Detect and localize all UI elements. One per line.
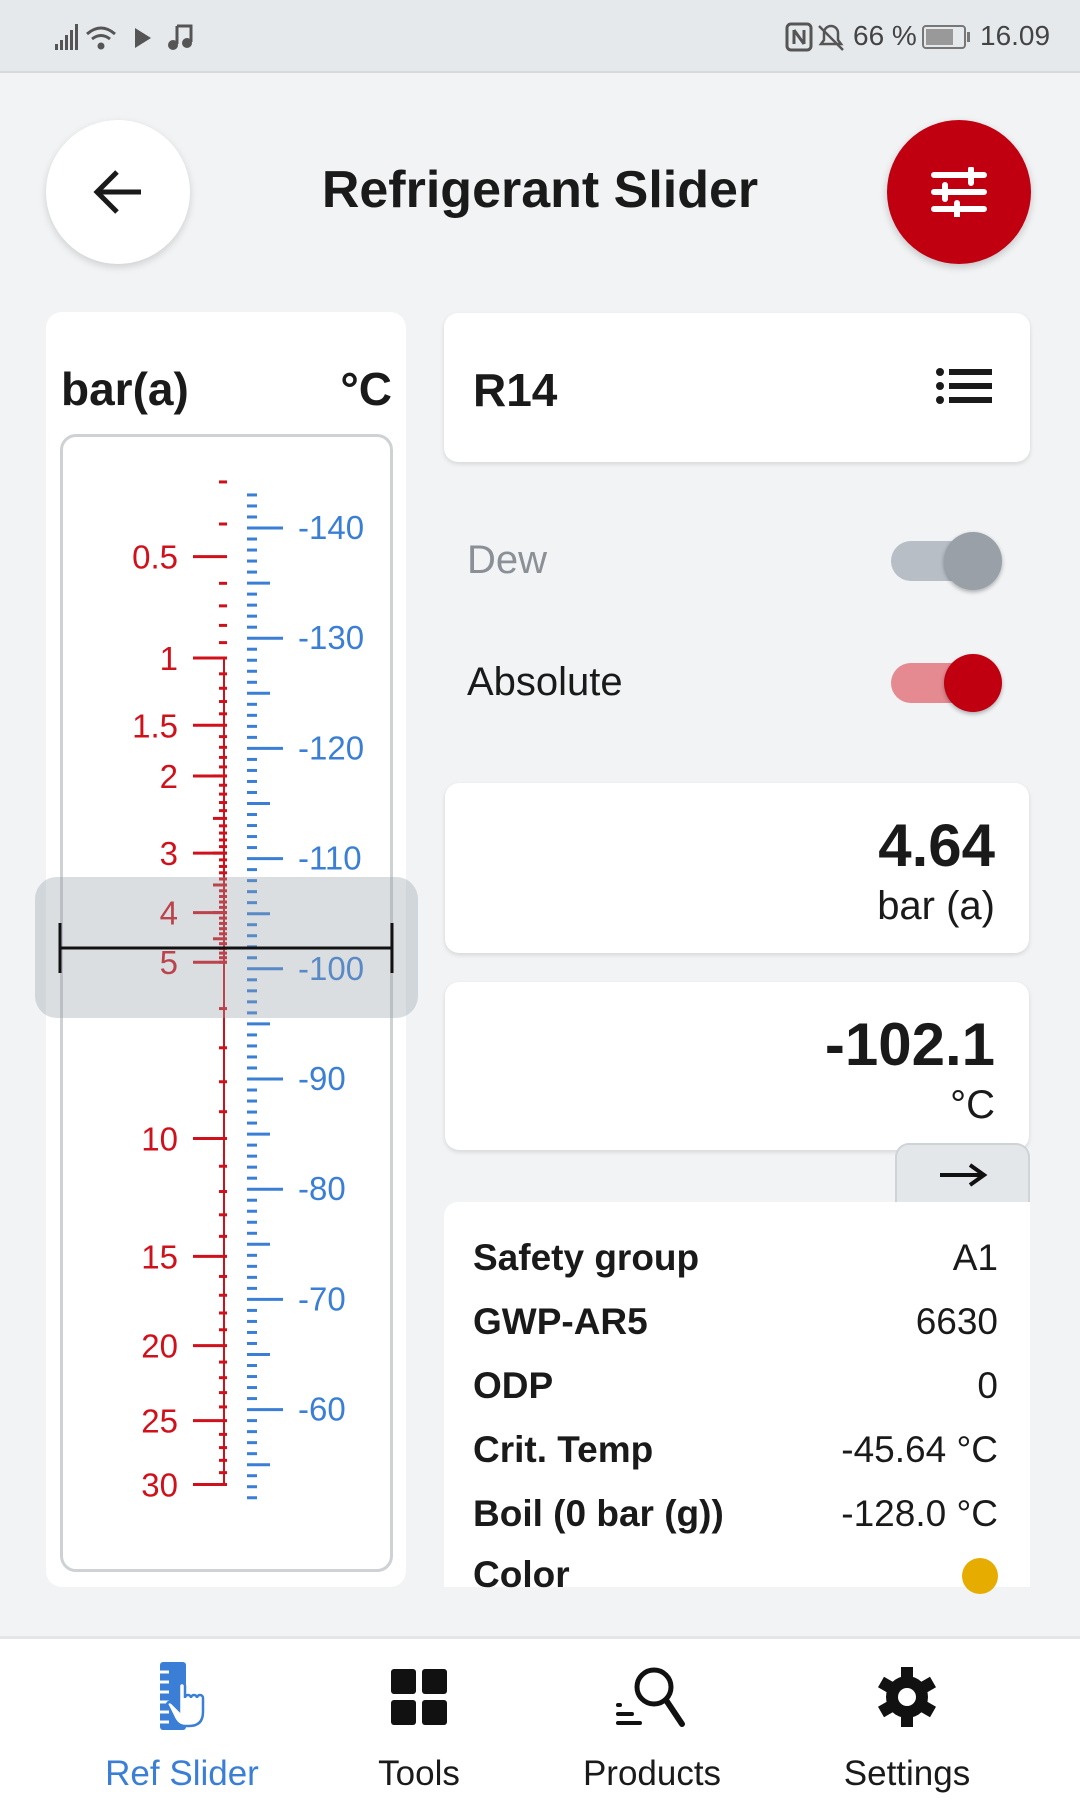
pressure-unit: bar (a) xyxy=(877,884,995,928)
arrow-left-icon xyxy=(93,170,141,214)
pressure-label: 15 xyxy=(141,1238,178,1275)
temperature-label: -70 xyxy=(298,1280,346,1317)
info-row: Color xyxy=(473,1546,998,1598)
pressure-label: 2 xyxy=(160,758,178,795)
pressure-label: 0.5 xyxy=(132,539,178,576)
nav-products[interactable]: Products xyxy=(542,1660,762,1794)
back-button[interactable] xyxy=(46,120,190,264)
pressure-field[interactable]: 4.64 bar (a) xyxy=(445,783,1029,953)
battery-icon xyxy=(922,25,970,49)
temperature-label: -60 xyxy=(298,1391,346,1428)
info-key: Safety group xyxy=(473,1237,700,1278)
nav-ref-slider[interactable]: Ref Slider xyxy=(72,1660,292,1794)
info-row: Crit. Temp -45.64 °C xyxy=(473,1418,998,1482)
info-value: 6630 xyxy=(915,1301,998,1342)
pressure-label: 20 xyxy=(141,1328,178,1365)
refrigerant-name: R14 xyxy=(473,364,558,416)
temperature-unit: °C xyxy=(950,1083,995,1127)
temperature-value: -102.1 xyxy=(824,1011,995,1078)
temperature-label: -120 xyxy=(298,729,364,766)
color-swatch xyxy=(962,1558,998,1594)
dew-toggle[interactable] xyxy=(891,532,1006,601)
pressure-label: 30 xyxy=(141,1467,178,1504)
filter-button[interactable] xyxy=(887,120,1031,264)
temperature-label: -140 xyxy=(298,509,364,546)
temperature-unit-label: °C xyxy=(340,363,392,415)
info-key: Boil (0 bar (g)) xyxy=(473,1493,724,1534)
temperature-label: -110 xyxy=(298,840,362,877)
temperature-field[interactable]: -102.1 °C xyxy=(445,982,1029,1150)
info-value: 0 xyxy=(977,1365,998,1406)
info-value: A1 xyxy=(952,1237,998,1278)
swap-button[interactable] xyxy=(895,1143,1030,1205)
info-key: Color xyxy=(473,1554,570,1595)
arrow-right-icon xyxy=(939,1163,987,1187)
sliders-icon xyxy=(931,167,987,217)
pressure-label: 1 xyxy=(160,640,178,677)
pressure-value: 4.64 xyxy=(878,812,995,879)
info-key: ODP xyxy=(473,1365,554,1406)
info-value: -45.64 °C xyxy=(841,1429,998,1470)
slider-indicator-line xyxy=(58,923,394,973)
pressure-unit-label: bar(a) xyxy=(61,363,189,415)
temperature-label: -130 xyxy=(298,619,364,656)
nav-label: Ref Slider xyxy=(105,1754,259,1793)
dew-label: Dew xyxy=(467,538,548,582)
temperature-label: -90 xyxy=(298,1060,346,1097)
ruler-hand-icon xyxy=(160,1662,205,1730)
status-bar: 66 % 16.09 xyxy=(0,0,1080,73)
pressure-label: 1.5 xyxy=(132,707,178,744)
info-row: GWP-AR5 6630 xyxy=(473,1290,998,1354)
gear-icon xyxy=(878,1667,936,1727)
absolute-label: Absolute xyxy=(467,660,623,704)
nav-label: Products xyxy=(582,1754,722,1793)
clock: 16.09 xyxy=(980,20,1051,51)
slider-handle[interactable] xyxy=(35,877,418,1018)
nav-label: Settings xyxy=(843,1754,971,1793)
search-list-icon xyxy=(616,1667,685,1727)
grid-icon xyxy=(391,1669,447,1725)
nav-settings[interactable]: Settings xyxy=(797,1660,1017,1794)
nfc-bell-icons xyxy=(785,22,844,52)
pressure-label: 10 xyxy=(141,1121,178,1158)
pressure-label: 3 xyxy=(160,835,178,872)
temperature-label: -80 xyxy=(298,1170,346,1207)
refrigerant-selector[interactable]: R14 xyxy=(444,313,1030,462)
info-row: Safety group A1 xyxy=(473,1226,998,1290)
list-icon xyxy=(936,368,992,404)
info-key: Crit. Temp xyxy=(473,1429,654,1470)
absolute-toggle[interactable] xyxy=(891,654,1006,723)
status-left-icons xyxy=(55,24,193,50)
battery-percent: 66 % xyxy=(853,20,917,51)
nav-label: Tools xyxy=(378,1754,460,1793)
nav-tools[interactable]: Tools xyxy=(309,1660,529,1794)
pressure-label: 25 xyxy=(141,1403,178,1440)
info-key: GWP-AR5 xyxy=(473,1301,648,1342)
info-row: ODP 0 xyxy=(473,1354,998,1418)
page-title: Refrigerant Slider xyxy=(321,161,759,219)
info-value: -128.0 °C xyxy=(841,1493,998,1534)
info-row: Boil (0 bar (g)) -128.0 °C xyxy=(473,1482,998,1546)
